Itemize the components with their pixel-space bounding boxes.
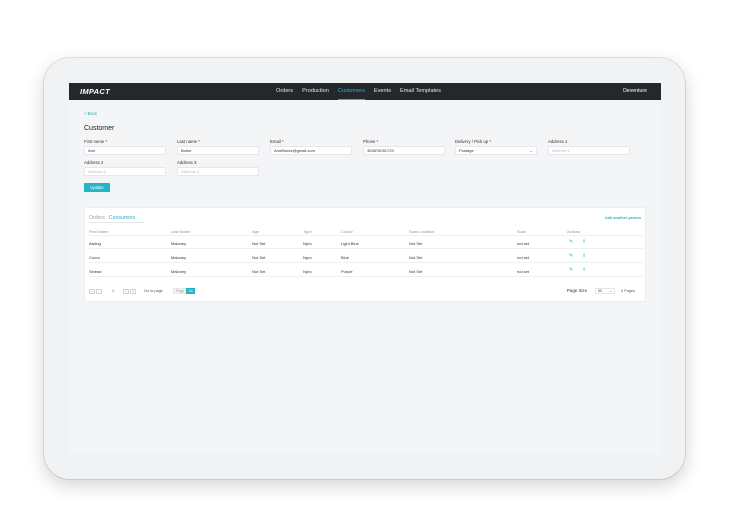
edit-icon[interactable]: ✎: [569, 239, 573, 245]
nav-customers[interactable]: Customers: [337, 84, 365, 100]
cell-colour: Light Blue: [341, 241, 359, 246]
address3-field: Address 3 Address 3: [177, 160, 259, 176]
cell-type: Npro: [303, 269, 312, 274]
edit-icon[interactable]: ✎: [569, 253, 573, 259]
upload-icon[interactable]: ⇧: [582, 267, 586, 273]
cell-last-name: Maloney: [171, 255, 187, 260]
last-name-input[interactable]: Burke: [177, 146, 259, 155]
col-last-name: Last Name: [171, 229, 191, 234]
add-person-button[interactable]: Add another person: [605, 216, 641, 220]
address2-label: Address 2: [84, 160, 104, 165]
email-label: Email *: [270, 139, 284, 144]
col-scan-location: Scan Location: [409, 229, 435, 234]
address2-input[interactable]: Address 2: [84, 167, 166, 176]
cell-age: Not Set: [252, 241, 266, 246]
address2-field: Address 2 Address 2: [84, 160, 166, 176]
back-link[interactable]: < Back: [84, 111, 97, 116]
col-colour: Colour: [341, 229, 353, 234]
page-title: Customer: [84, 125, 115, 132]
go-button[interactable]: Go: [186, 288, 195, 294]
cell-first-name: Sinead: [89, 269, 102, 274]
phone-label: Phone *: [363, 139, 379, 144]
col-age: Age: [252, 229, 260, 234]
cell-scan: not set: [517, 269, 530, 274]
first-name-field: First name * Amr: [84, 139, 166, 155]
cell-scan-location: Not Set: [409, 241, 423, 246]
email-field: Email * AmeBurke@gmail.com: [270, 139, 352, 155]
upload-icon[interactable]: ⇧: [582, 239, 586, 245]
cell-colour: Blue: [341, 255, 350, 260]
page-size-value: 50: [598, 289, 602, 293]
update-button[interactable]: Update: [84, 183, 110, 192]
cell-age: Not Set: [252, 269, 266, 274]
col-scan: Scan: [517, 229, 527, 234]
cell-age: Not Set: [252, 255, 266, 260]
chevron-down-icon: ⌄: [608, 289, 612, 293]
email-input[interactable]: AmeBurke@gmail.com: [270, 146, 352, 155]
row-divider: [89, 276, 643, 277]
main-nav: Orders Production Customers Events Email…: [276, 83, 441, 100]
consumers-card: Orders Consumers Add another person Firs…: [84, 207, 646, 302]
top-navigation-bar: IMPACT Orders Production Customers Event…: [69, 83, 661, 100]
app-window: IMPACT Orders Production Customers Event…: [69, 83, 661, 454]
cell-first-name: Aisling: [89, 241, 101, 246]
prev-page-button[interactable]: ‹: [96, 289, 102, 294]
phone-input[interactable]: 353876091729: [363, 146, 445, 155]
delivery-value: Postage: [459, 148, 474, 153]
go-to-page-label: Go to page: [144, 289, 163, 293]
cell-scan-location: Not Set: [409, 255, 423, 260]
cell-colour: Purple: [341, 269, 353, 274]
nav-orders[interactable]: Orders: [276, 83, 293, 100]
nav-email-templates[interactable]: Email Templates: [400, 83, 441, 100]
cell-first-name: Conor: [89, 255, 100, 260]
header-divider: [89, 235, 643, 236]
last-page-button[interactable]: »: [130, 289, 136, 294]
nav-events[interactable]: Events: [374, 83, 391, 100]
col-type: Type: [303, 229, 312, 234]
phone-field: Phone * 353876091729: [363, 139, 445, 155]
address3-label: Address 3: [177, 160, 197, 165]
last-name-label: Last name *: [177, 139, 200, 144]
total-pages: 0 Pages: [621, 289, 635, 293]
address1-input[interactable]: Address 1: [548, 146, 630, 155]
row-divider: [89, 262, 643, 263]
account-name[interactable]: Deventure: [623, 83, 647, 100]
edit-icon[interactable]: ✎: [569, 267, 573, 273]
next-page-button[interactable]: ›: [123, 289, 129, 294]
address1-label: Address 1: [548, 139, 568, 144]
col-first-name: First Name: [89, 229, 109, 234]
cell-scan-location: Not Set: [409, 269, 423, 274]
nav-production[interactable]: Production: [302, 83, 329, 100]
page-size-label: Page Size: [567, 288, 588, 293]
delivery-field: Delivery / Pick up * Postage ⌄: [455, 139, 537, 155]
address3-input[interactable]: Address 3: [177, 167, 259, 176]
cell-type: Npro: [303, 255, 312, 260]
cell-scan: not set: [517, 255, 530, 260]
current-page: 1: [112, 289, 115, 293]
delivery-select[interactable]: Postage ⌄: [455, 146, 537, 155]
delivery-label: Delivery / Pick up *: [455, 139, 492, 144]
tab-divider: [89, 222, 145, 223]
col-actions: Actions: [567, 229, 581, 234]
last-name-field: Last name * Burke: [177, 139, 259, 155]
upload-icon[interactable]: ⇧: [582, 253, 586, 259]
chevron-down-icon: ⌄: [529, 148, 533, 153]
first-name-input[interactable]: Amr: [84, 146, 166, 155]
cell-last-name: Maloney: [171, 241, 187, 246]
first-page-button[interactable]: «: [89, 289, 95, 294]
impact-logo[interactable]: IMPACT: [80, 87, 110, 96]
row-divider: [89, 248, 643, 249]
first-name-label: First name *: [84, 139, 108, 144]
cell-type: Npro: [303, 241, 312, 246]
cell-scan: not set: [517, 241, 530, 246]
page-size-select[interactable]: 50 ⌄: [595, 288, 615, 294]
cell-last-name: Maloney: [171, 269, 187, 274]
address1-field: Address 1 Address 1: [548, 139, 630, 155]
